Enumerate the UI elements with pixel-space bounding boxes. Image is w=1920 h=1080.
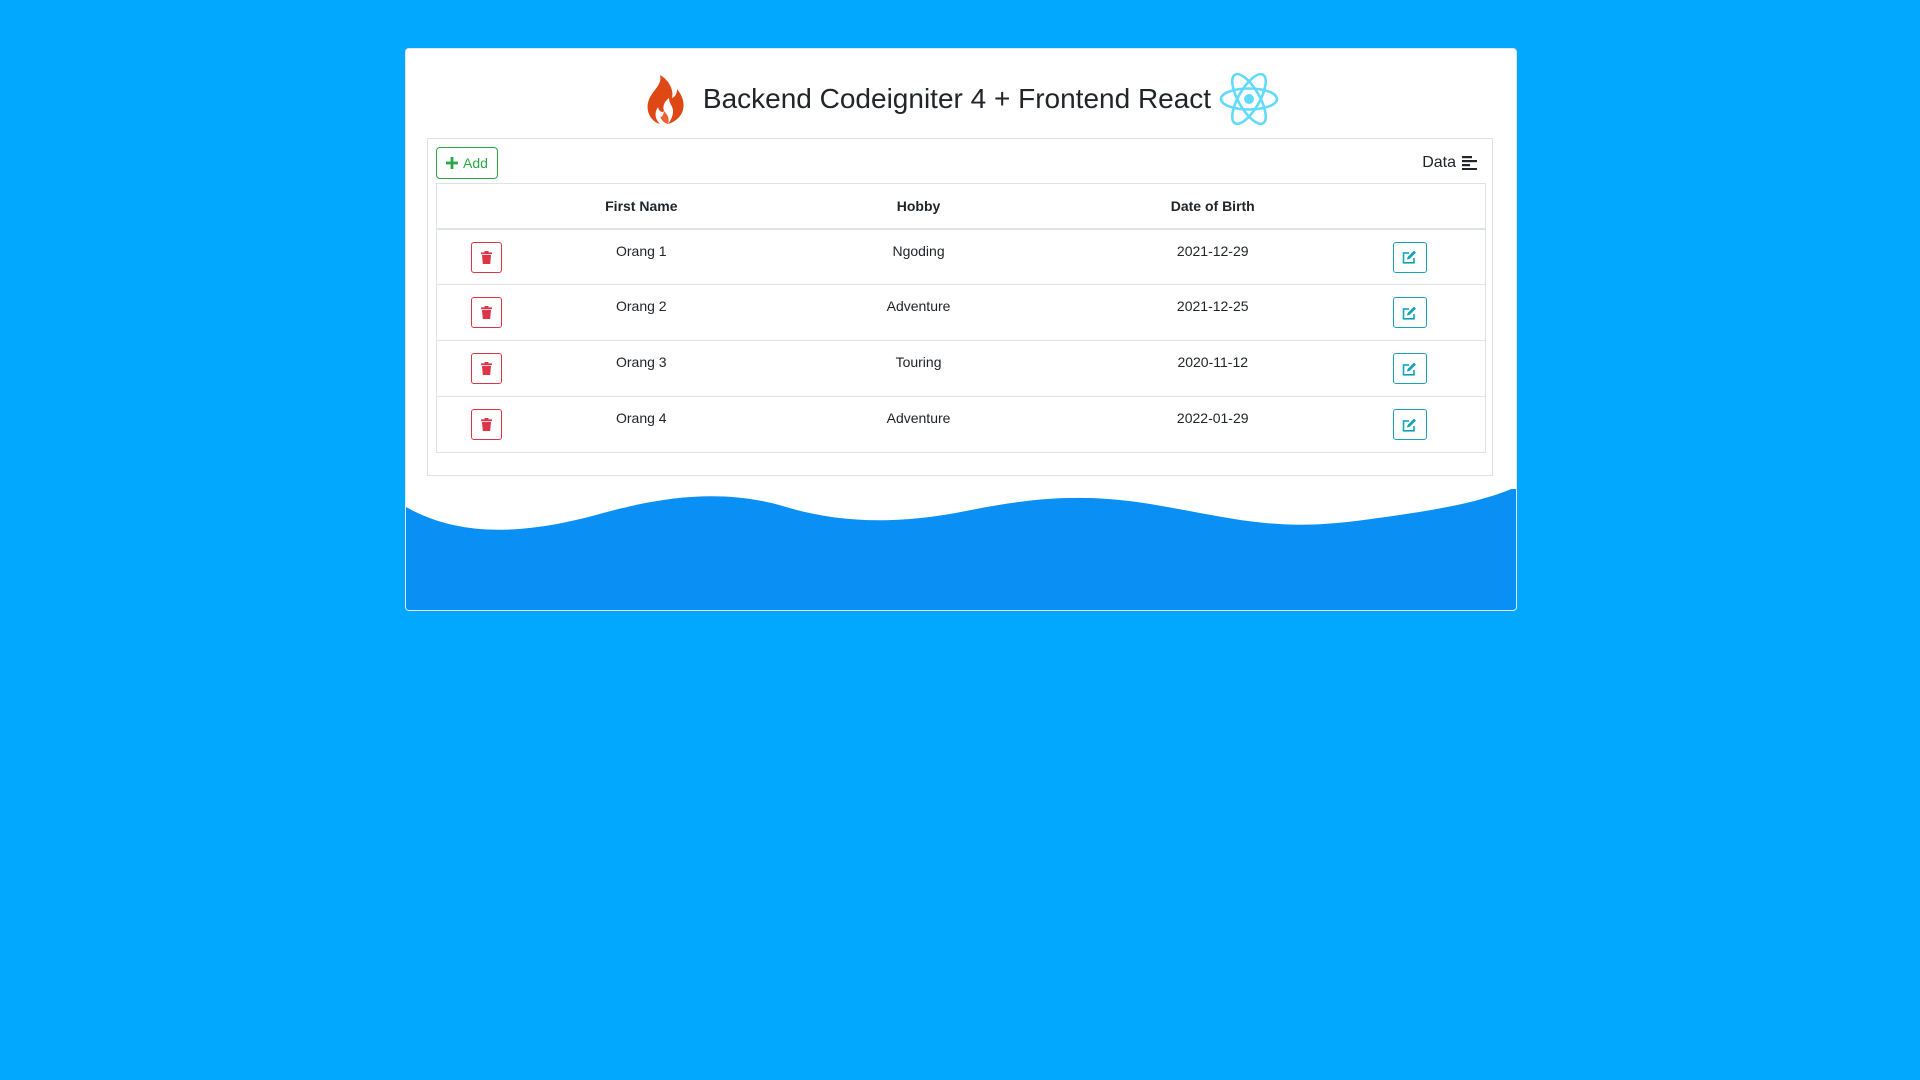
decorative-wave — [406, 489, 1516, 610]
add-button-label: Add — [463, 155, 488, 171]
hobby-cell: Adventure — [746, 284, 1091, 341]
data-table: First Name Hobby Date of Birth Orang 1 N… — [436, 183, 1486, 453]
trash-icon — [481, 362, 493, 375]
delete-cell — [437, 229, 537, 285]
table-row: Orang 1 Ngoding 2021-12-29 — [437, 229, 1486, 285]
delete-cell — [436, 284, 537, 341]
edit-button[interactable] — [1392, 241, 1427, 273]
edit-button[interactable] — [1392, 353, 1427, 384]
column-header-edit — [1334, 183, 1486, 230]
data-heading: Data — [1422, 154, 1477, 172]
table-header-row: First Name Hobby Date of Birth — [436, 183, 1486, 230]
first-name-cell: Orang 3 — [536, 340, 747, 397]
edit-button[interactable] — [1392, 297, 1427, 328]
edit-button[interactable] — [1392, 409, 1427, 440]
edit-cell — [1334, 284, 1486, 341]
trash-icon — [481, 250, 493, 264]
edit-cell — [1334, 396, 1486, 453]
edit-icon — [1402, 418, 1417, 432]
hobby-cell: Adventure — [746, 396, 1091, 453]
page-header: Backend Codeigniter 4 + Frontend React — [406, 69, 1516, 129]
delete-button[interactable] — [471, 353, 503, 384]
page-title: Backend Codeigniter 4 + Frontend React — [702, 83, 1212, 114]
edit-icon — [1402, 306, 1417, 320]
add-button[interactable]: Add — [436, 147, 498, 179]
edit-cell — [1334, 340, 1486, 397]
plus-icon — [446, 157, 458, 169]
dob-cell: 2021-12-29 — [1176, 242, 1249, 259]
delete-button[interactable] — [471, 241, 503, 273]
table-row: Orang 3 Touring 2020-11-12 — [436, 340, 1486, 397]
trash-icon — [481, 306, 493, 319]
edit-icon — [1402, 362, 1417, 376]
first-name-cell: Orang 1 — [616, 242, 667, 259]
delete-button[interactable] — [471, 297, 503, 328]
hobby-cell: Touring — [746, 340, 1091, 397]
trash-icon — [481, 418, 493, 431]
edit-cell — [1335, 229, 1486, 285]
table-row: Orang 2 Adventure 2021-12-25 — [436, 284, 1486, 341]
dob-cell: 2022-01-29 — [1090, 396, 1335, 453]
hobby-cell: Ngoding — [892, 242, 945, 259]
first-name-cell: Orang 2 — [536, 284, 747, 341]
delete-button[interactable] — [471, 409, 503, 440]
edit-icon — [1402, 250, 1417, 264]
data-panel: Add Data First Name Hobby Date of Birth … — [427, 138, 1493, 476]
delete-cell — [436, 396, 537, 453]
react-logo-icon — [1219, 72, 1279, 126]
data-heading-label: Data — [1422, 154, 1456, 171]
delete-cell — [436, 340, 537, 397]
main-card: Backend Codeigniter 4 + Frontend React A… — [405, 48, 1517, 611]
column-header-hobby: Hobby — [746, 183, 1091, 230]
codeigniter-logo-icon — [647, 75, 684, 124]
dob-cell: 2021-12-25 — [1090, 284, 1335, 341]
column-header-date-of-birth: Date of Birth — [1090, 183, 1335, 230]
first-name-cell: Orang 4 — [536, 396, 747, 453]
column-header-delete — [436, 183, 537, 230]
table-row: Orang 4 Adventure 2022-01-29 — [436, 396, 1486, 453]
dob-cell: 2020-11-12 — [1090, 340, 1335, 397]
column-header-first-name: First Name — [536, 183, 747, 230]
align-left-icon — [1462, 156, 1477, 170]
